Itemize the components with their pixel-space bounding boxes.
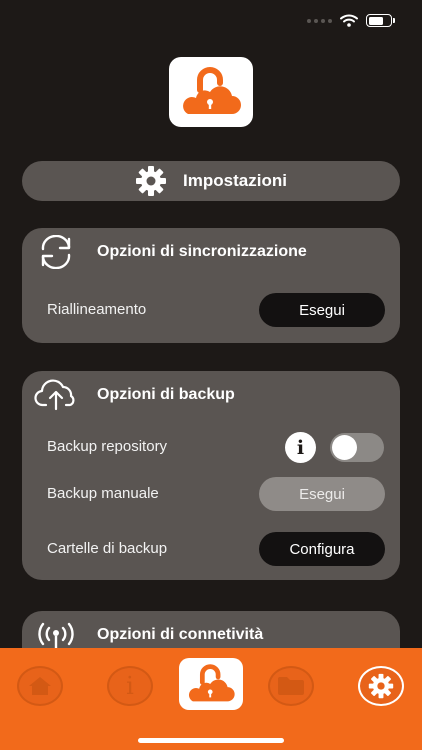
backup-options-card: Opzioni di backup Backup repository i Ba… (22, 371, 400, 580)
backup-repository-label: Backup repository (47, 438, 168, 455)
settings-header[interactable]: Impostazioni (22, 161, 400, 201)
tab-info-circle: i (107, 666, 153, 706)
manual-backup-label: Backup manuale (47, 485, 159, 502)
info-icon: i (126, 672, 134, 700)
wifi-icon (340, 14, 358, 27)
battery-icon (366, 14, 395, 27)
tab-settings-circle (358, 666, 404, 706)
backup-repository-toggle[interactable] (330, 433, 384, 462)
sync-card-header: Opzioni di sincronizzazione (22, 228, 400, 276)
tab-home-circle (17, 666, 63, 706)
realign-run-button[interactable]: Esegui (259, 293, 385, 327)
sync-card-title: Opzioni di sincronizzazione (97, 243, 307, 260)
realign-label: Riallineamento (47, 301, 147, 318)
tab-settings[interactable] (357, 665, 405, 707)
sync-options-card: Opzioni di sincronizzazione Riallineamen… (22, 228, 400, 343)
tab-home[interactable] (16, 665, 64, 707)
conn-card-title: Opzioni di connetività (97, 626, 264, 643)
backup-repository-row: Backup repository i (22, 430, 400, 464)
backup-card-header: Opzioni di backup (22, 371, 400, 419)
signal-icon (307, 18, 332, 23)
backup-folders-label: Cartelle di backup (47, 540, 168, 557)
cloud-lock-icon (188, 664, 235, 702)
settings-title: Impostazioni (183, 171, 287, 190)
home-indicator[interactable] (138, 738, 284, 743)
tab-info[interactable]: i (106, 665, 154, 707)
status-icons (307, 14, 395, 27)
gear-icon (136, 166, 167, 196)
manual-backup-row: Backup manuale Esegui (22, 477, 400, 511)
backup-folders-configure-button[interactable]: Configura (259, 532, 385, 566)
tab-folder[interactable] (267, 665, 315, 707)
app-logo (169, 57, 253, 127)
tab-folder-circle (268, 666, 314, 706)
gear-icon (368, 673, 394, 699)
info-icon[interactable]: i (285, 432, 316, 463)
toggle-knob (332, 435, 357, 460)
tab-center[interactable] (179, 658, 243, 710)
tab-bar: i (0, 648, 422, 750)
folder-icon (278, 677, 304, 695)
sync-arrows-icon (34, 234, 78, 270)
home-icon (29, 677, 51, 695)
realign-row: Riallineamento Esegui (22, 293, 400, 327)
cloud-lock-icon (183, 67, 241, 114)
status-bar (0, 0, 422, 46)
cloud-upload-icon (34, 377, 78, 413)
manual-backup-run-button[interactable]: Esegui (259, 477, 385, 511)
backup-folders-row: Cartelle di backup Configura (22, 532, 400, 566)
backup-card-title: Opzioni di backup (97, 386, 235, 403)
